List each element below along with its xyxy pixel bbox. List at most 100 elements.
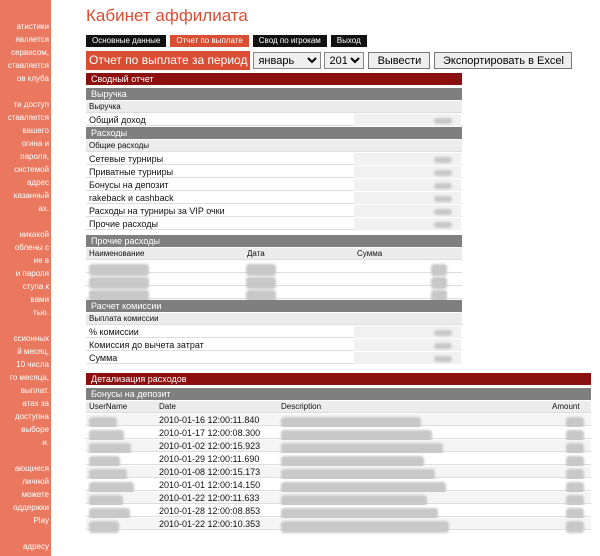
column-header: Amount — [552, 402, 580, 411]
bonus-row: 2010-01-02 12:00:15.923 — [86, 440, 591, 455]
expense-row: rakeback и cashback — [86, 192, 462, 204]
sidebar-text-line: вашего — [22, 126, 49, 135]
other-expenses-columns: Наименование Дата Сумма — [86, 248, 462, 260]
sidebar-text-line: атистики — [16, 22, 49, 31]
column-header: Description — [281, 402, 322, 411]
blurred-value — [354, 166, 461, 178]
commission-row: Комиссия до вычета затрат — [86, 339, 462, 351]
bonus-row: 2010-01-01 12:00:14.150 — [86, 479, 591, 494]
nav-tab[interactable]: Выход — [330, 35, 367, 47]
expense-row: Сетевые турниры — [86, 153, 462, 165]
sidebar-text-line — [0, 85, 51, 98]
expense-row-label: Сетевые турниры — [89, 154, 164, 164]
commission-subtitle: Выплата комиссии — [86, 313, 462, 325]
expense-row-label: Прочие расходы — [89, 219, 158, 229]
blurred-value — [354, 218, 461, 230]
nav-tab[interactable]: Свод по игрокам — [252, 35, 327, 47]
sidebar-text-line: оддержки — [13, 503, 49, 512]
sidebar-text-line: доступна — [14, 412, 49, 421]
bonus-row: 2010-01-17 12:00:08.300 — [86, 427, 591, 442]
sidebar-text-line: ступа к — [22, 282, 49, 291]
commission-row-label: Сумма — [89, 353, 118, 363]
sidebar-text-line: никакой — [19, 230, 49, 239]
revenue-subtitle-label: Выручка — [89, 102, 121, 111]
expenses-subtitle-label: Общие расходы — [89, 141, 150, 150]
sidebar-text-line: ающиеся — [14, 464, 49, 473]
blurred-value — [354, 153, 461, 165]
total-income-row: Общий доход — [86, 114, 462, 126]
value-placeholder — [434, 342, 452, 349]
value-placeholder — [434, 117, 452, 124]
expense-row: Расходы на турниры за VIP очки — [86, 205, 462, 217]
sidebar-text-line: й месяц, — [17, 347, 49, 356]
left-info-panel: атистики является сервисом, ставляется ов кл… — [0, 0, 51, 556]
bonus-row: 2010-01-22 12:00:11.633 — [86, 492, 591, 507]
top-nav: Основные данные Отчет по выплате Свод по и… — [86, 35, 367, 47]
sidebar-text-line — [0, 319, 51, 332]
blurred-value — [354, 352, 461, 364]
value-placeholder — [566, 521, 584, 533]
sidebar-text-line: тью. — [32, 308, 49, 317]
sidebar-text-line: и. — [42, 438, 49, 447]
year-select[interactable]: 2010 — [324, 52, 365, 69]
nav-tab[interactable]: Отчет по выплате — [170, 35, 249, 47]
expense-row-label: rakeback и cashback — [89, 193, 174, 203]
export-excel-button[interactable]: Экспортировать в Excel — [434, 52, 573, 69]
sidebar-text-line — [0, 215, 51, 228]
expense-row-label: Расходы на турниры за VIP очки — [89, 206, 225, 216]
sidebar-text-line: ти доступ — [13, 100, 49, 109]
sidebar-text-line: адресу — [22, 542, 49, 551]
value-placeholder — [434, 169, 452, 176]
sidebar-text-line: является — [15, 35, 50, 44]
commission-row: % комиссии — [86, 326, 462, 338]
sidebar-text-line: можете — [21, 490, 49, 499]
other-expense-row — [86, 261, 462, 276]
sidebar-text-line: облены с — [14, 243, 49, 252]
column-header: Наименование — [89, 249, 145, 258]
bonus-date: 2010-01-22 12:00:10.353 — [159, 519, 261, 529]
show-report-button[interactable]: Вывести — [368, 52, 431, 69]
period-label: Отчет по выплате за период — [86, 51, 251, 70]
bonus-row: 2010-01-08 12:00:15.173 — [86, 466, 591, 481]
bonus-date: 2010-01-29 12:00:11.690 — [159, 454, 260, 464]
bonus-date: 2010-01-16 12:00:11.840 — [159, 415, 260, 425]
sidebar-text-line: 10 числа — [16, 360, 49, 369]
commission-header: Расчет комиссии — [86, 300, 462, 312]
bonus-date: 2010-01-08 12:00:15.173 — [159, 467, 261, 477]
value-placeholder — [434, 221, 452, 228]
bonus-date: 2010-01-01 12:00:14.150 — [159, 480, 261, 490]
other-expense-row — [86, 287, 462, 302]
sidebar-text-line: ставляется — [7, 61, 49, 70]
sidebar-text-line: Play — [33, 516, 49, 525]
value-placeholder — [89, 521, 119, 533]
bonus-date: 2010-01-28 12:00:08.853 — [159, 506, 261, 516]
column-header: UserName — [89, 402, 128, 411]
page-title: Кабинет аффилиата — [86, 6, 248, 25]
revenue-subtitle: Выручка — [86, 101, 462, 113]
bonus-row: 2010-01-28 12:00:08.853 — [86, 505, 591, 520]
commission-row: Сумма — [86, 352, 462, 364]
bonus-row: 2010-01-29 12:00:11.690 — [86, 453, 591, 468]
summary-section-header: Сводный отчет — [86, 73, 462, 85]
column-header: Сумма — [357, 249, 383, 258]
sidebar-text-line: пароля, — [20, 152, 49, 161]
value-placeholder — [434, 182, 452, 189]
sidebar-text-line: ссионных — [13, 334, 49, 343]
month-select[interactable]: январь — [253, 52, 322, 69]
expense-row-label: Бонусы на депозит — [89, 180, 169, 190]
blurred-value — [354, 205, 461, 217]
expense-row: Прочие расходы — [86, 218, 462, 230]
blurred-value — [354, 192, 461, 204]
sidebar-text-line: и пароля — [15, 269, 49, 278]
sidebar-text-line: атах за — [22, 399, 49, 408]
expense-row-label: Приватные турниры — [89, 167, 174, 177]
commission-row-label: Комиссия до вычета затрат — [89, 340, 204, 350]
sidebar-text-line: огина и — [21, 139, 49, 148]
nav-tab[interactable]: Основные данные — [86, 35, 167, 47]
expenses-subtitle: Общие расходы — [86, 140, 462, 152]
sidebar-text-line: системой — [14, 165, 49, 174]
value-placeholder — [434, 329, 452, 336]
bonus-date: 2010-01-17 12:00:08.300 — [159, 428, 261, 438]
sidebar-text-line — [0, 527, 51, 540]
column-header: Дата — [247, 249, 265, 258]
